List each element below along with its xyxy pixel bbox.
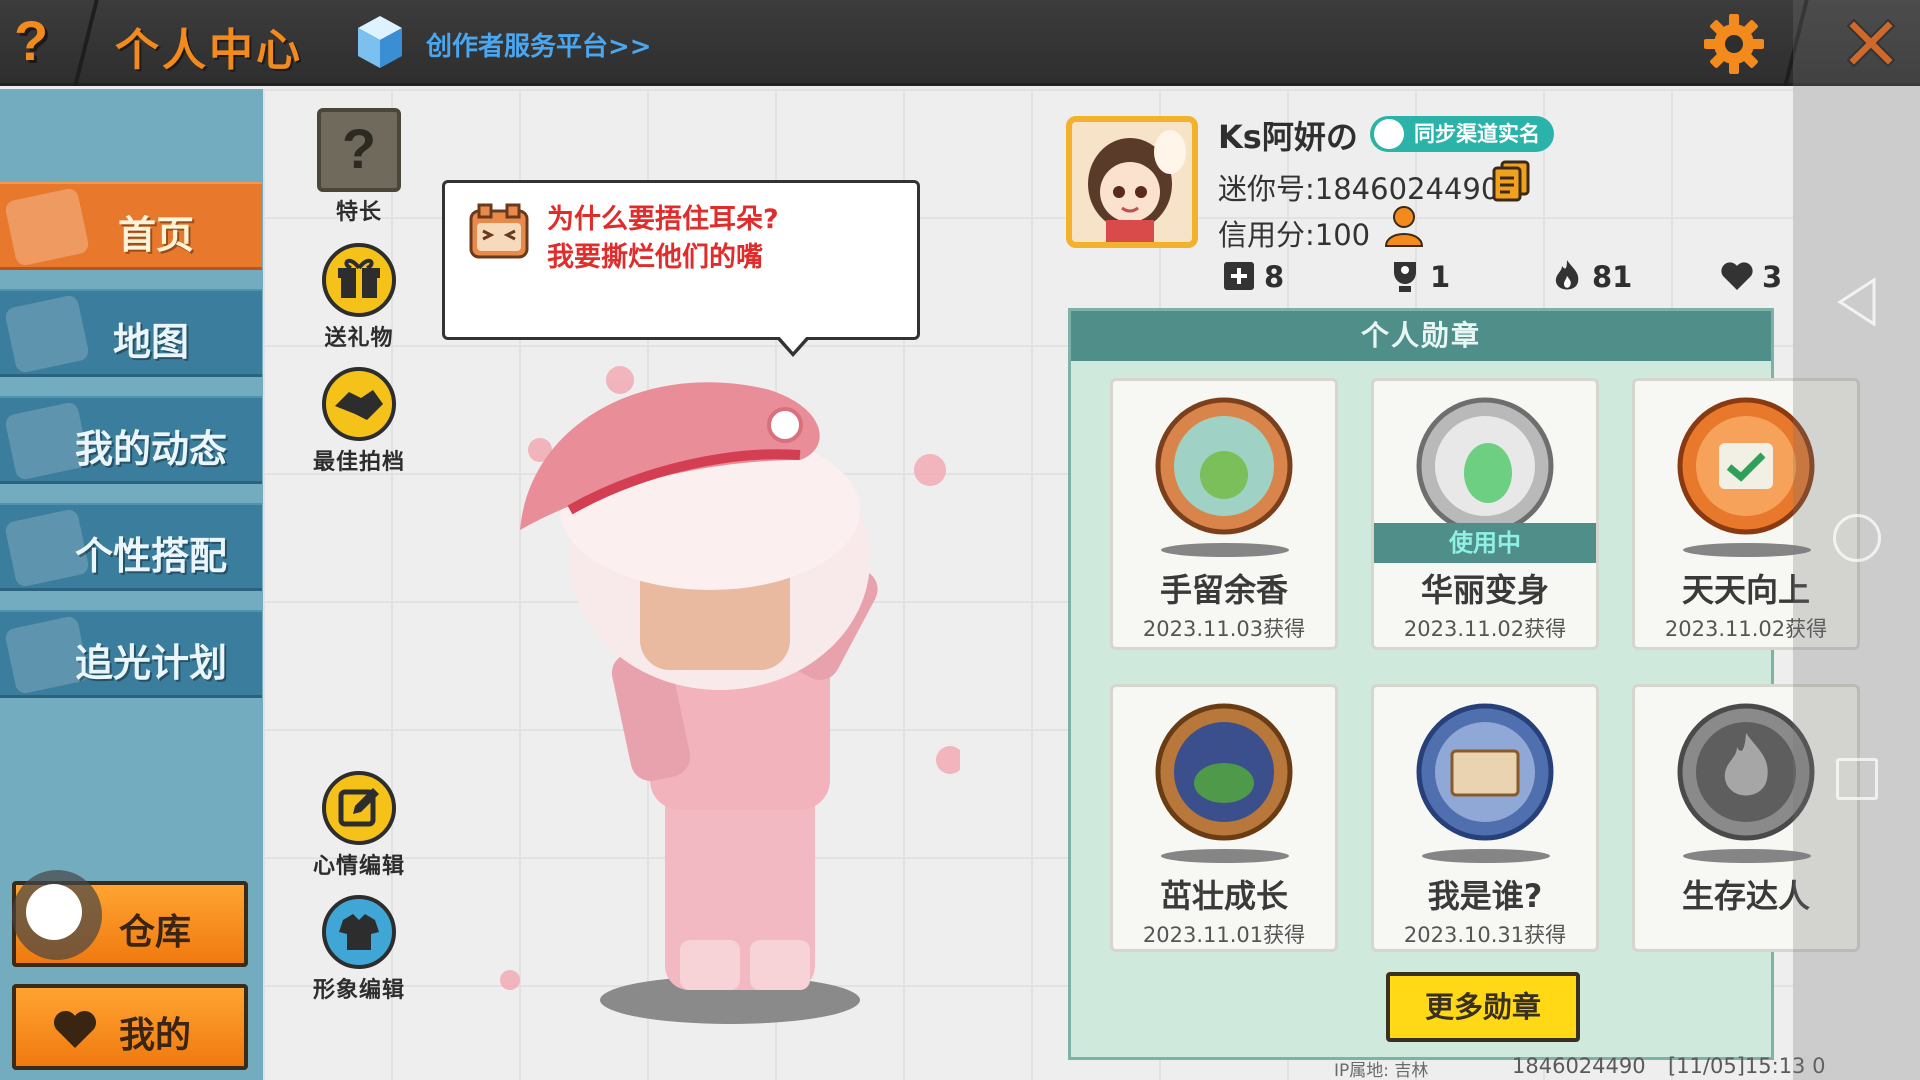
divider [73, 0, 99, 86]
gift-icon [322, 243, 396, 317]
medal-card[interactable]: 使用中 华丽变身 2023.11.02获得 [1371, 378, 1599, 650]
player-character-model[interactable] [500, 340, 960, 1040]
username: Ks阿妍の [1218, 118, 1358, 156]
in-use-badge: 使用中 [1374, 523, 1596, 563]
footer-uid: 1846024490 [1512, 1054, 1646, 1078]
appearance-edit-button[interactable]: 形象编辑 [304, 894, 414, 1004]
floating-assistive-touch[interactable] [12, 870, 102, 960]
medal-shadow [1422, 849, 1550, 863]
mood-text: 为什么要捂住耳朵? 我要撕烂他们的嘴 [547, 201, 779, 277]
medal-shadow [1161, 543, 1289, 557]
user-verified-icon [1374, 119, 1404, 149]
home-circle-icon[interactable] [1833, 514, 1881, 562]
sidebar-item-label: 首页 [117, 213, 194, 257]
medal-badge-icon [1416, 703, 1554, 841]
recent-apps-icon[interactable] [1836, 758, 1878, 800]
page-title: 个人中心 [115, 25, 303, 76]
outfit-edit-icon [322, 895, 396, 969]
avatar-image [1072, 122, 1192, 242]
sidebar-item-label: 地图 [112, 320, 189, 364]
medal-badge-icon [1155, 397, 1293, 535]
mood-line-2: 我要撕烂他们的嘴 [547, 242, 763, 273]
more-medals-button[interactable]: 更多勋章 [1386, 972, 1580, 1042]
medal-badge-icon [1155, 703, 1293, 841]
handshake-icon [322, 367, 396, 441]
trophy-icon [1394, 262, 1416, 292]
assistive-dot [26, 884, 82, 940]
medal-date: 2023.10.31获得 [1403, 923, 1567, 947]
medal-name: 手留余香 [1159, 571, 1288, 609]
heart-icon [1721, 262, 1753, 290]
medal-shadow [1683, 849, 1811, 863]
stat-value: 1 [1430, 260, 1451, 294]
credit-person-icon[interactable] [1382, 204, 1426, 248]
sidebar-item-label: 个性搭配 [74, 534, 227, 578]
send-gift-button[interactable]: 送礼物 [304, 242, 414, 352]
medal-shadow [1161, 849, 1289, 863]
medal-date: 2023.11.02获得 [1403, 617, 1567, 641]
medal-shadow [1683, 543, 1811, 557]
sidebar-item-outfit[interactable]: 个性搭配 [0, 503, 262, 591]
medal-card[interactable]: 茁壮成长 2023.11.01获得 [1110, 684, 1338, 952]
add-friend-icon [1224, 262, 1254, 290]
back-icon[interactable] [1834, 276, 1880, 328]
medal-badge-icon [1416, 397, 1554, 535]
sidebar-item-label: 我的动态 [74, 427, 227, 471]
cube-icon[interactable] [356, 14, 404, 70]
question-mark-icon[interactable]: ? [14, 10, 64, 72]
mini-id: 迷你号:1846024490 [1218, 172, 1500, 206]
mood-line-1: 为什么要捂住耳朵? [547, 204, 779, 235]
question-mark-icon: ? [317, 108, 401, 192]
medal-name: 华丽变身 [1420, 571, 1549, 609]
send-gift-label: 送礼物 [324, 326, 394, 351]
edit-icon [322, 771, 396, 845]
medal-date: 2023.11.01获得 [1142, 923, 1306, 947]
specialty-label: 特长 [335, 200, 382, 225]
mine-button[interactable]: 我的 [12, 984, 248, 1070]
medal-card[interactable]: 我是谁? 2023.10.31获得 [1371, 684, 1599, 952]
medal-name: 茁壮成长 [1159, 877, 1288, 915]
medal-card[interactable]: 手留余香 2023.11.03获得 [1110, 378, 1338, 650]
mood-edit-label: 心情编辑 [312, 854, 405, 879]
creator-platform-link[interactable]: 创作者服务平台>> [426, 26, 652, 63]
mine-label: 我的 [118, 1015, 191, 1056]
specialty-button[interactable]: ? 特长 [304, 108, 414, 226]
sync-badge-label: 同步渠道实名 [1414, 122, 1540, 146]
sync-real-name-badge[interactable]: 同步渠道实名 [1370, 116, 1554, 152]
mood-speech-bubble: 为什么要捂住耳朵? 我要撕烂他们的嘴 [442, 180, 920, 357]
medal-date: 2023.11.03获得 [1142, 617, 1306, 641]
stat-value: 81 [1592, 260, 1633, 294]
mood-emoji-icon [469, 203, 529, 259]
stat-value: 3 [1762, 260, 1783, 294]
sidebar-item-label: 追光计划 [74, 641, 227, 685]
credit-score: 信用分:100 [1218, 218, 1371, 252]
avatar[interactable] [1066, 116, 1198, 248]
ip-location: IP属地: 吉林 [1334, 1061, 1429, 1080]
best-partner-label: 最佳拍档 [312, 450, 405, 475]
sidebar-item-light-plan[interactable]: 追光计划 [0, 610, 262, 698]
top-bar: ? 个人中心 创作者服务平台>> [0, 0, 1920, 86]
stat-value: 8 [1264, 260, 1285, 294]
medal-panel-title: 个人勋章 [1071, 311, 1771, 361]
gear-icon[interactable] [1702, 12, 1766, 76]
mood-edit-button[interactable]: 心情编辑 [304, 770, 414, 880]
copy-icon[interactable] [1492, 160, 1530, 202]
medal-name: 我是谁? [1427, 877, 1543, 915]
sidebar-item-home[interactable]: 首页 [0, 182, 262, 270]
appearance-edit-label: 形象编辑 [312, 978, 405, 1003]
sidebar-item-my-feed[interactable]: 我的动态 [0, 396, 262, 484]
fire-icon [1555, 260, 1579, 290]
best-partner-button[interactable]: 最佳拍档 [304, 366, 414, 476]
sidebar-item-map[interactable]: 地图 [0, 289, 262, 377]
